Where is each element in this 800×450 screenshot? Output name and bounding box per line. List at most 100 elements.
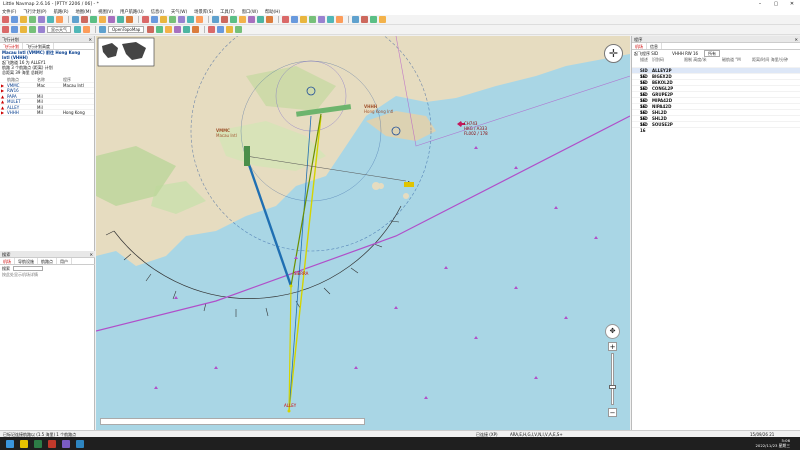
close-icon[interactable]: ✕ xyxy=(89,251,93,258)
map-scrollbar[interactable] xyxy=(100,418,365,425)
app-icon[interactable] xyxy=(34,439,42,448)
toolbar-button-icon[interactable] xyxy=(160,16,167,23)
tab-flightplan[interactable]: 飞行计划 xyxy=(0,43,23,49)
toolbar-button-icon[interactable] xyxy=(142,16,149,23)
start-icon[interactable] xyxy=(6,439,14,448)
toolbar-button-icon[interactable] xyxy=(318,16,325,23)
toolbar-button-icon[interactable] xyxy=(29,16,36,23)
toolbar-button-icon[interactable] xyxy=(196,16,203,23)
menu-userroute[interactable]: 用户航路(U) xyxy=(120,9,144,15)
menu-info[interactable]: 信息(I) xyxy=(151,9,164,15)
toolbar-button-icon[interactable] xyxy=(20,26,27,33)
toolbar-button-icon[interactable] xyxy=(99,26,106,33)
map-label-waypoint[interactable]: ALLEY xyxy=(284,403,296,408)
map-view[interactable]: VHHH Hong Kong Intl VMMC Macau Intl ALLE… xyxy=(96,36,630,430)
toolbar-button-icon[interactable] xyxy=(56,16,63,23)
toolbar-button-icon[interactable] xyxy=(20,16,27,23)
zoom-slider-handle[interactable] xyxy=(609,385,616,389)
toolbar-button-icon[interactable] xyxy=(183,26,191,33)
menu-route[interactable]: 航路(R) xyxy=(54,9,69,15)
search-input[interactable] xyxy=(13,266,43,271)
toolbar-button-icon[interactable] xyxy=(187,16,194,23)
tab-airport[interactable]: 机场 xyxy=(0,258,15,264)
close-button[interactable]: ✕ xyxy=(784,0,800,8)
toolbar-button-icon[interactable] xyxy=(11,26,18,33)
toolbar-button-icon[interactable] xyxy=(83,26,90,33)
pan-navigation-icon[interactable]: ✥ xyxy=(605,324,620,339)
toolbar-button-icon[interactable] xyxy=(11,16,18,23)
menu-window[interactable]: 窗口(W) xyxy=(242,9,258,15)
map-canvas[interactable] xyxy=(96,36,630,430)
little-navmap-icon[interactable] xyxy=(76,439,84,448)
toolbar-button-icon[interactable] xyxy=(291,16,298,23)
system-clock[interactable]: 5:06 2022/11/23 星期三 xyxy=(756,438,790,448)
toolbar-button-icon[interactable] xyxy=(266,16,273,23)
menu-flightplan[interactable]: 飞行计划(P) xyxy=(23,9,46,15)
toolbar-button-icon[interactable] xyxy=(38,16,45,23)
tab-procedures-airport[interactable]: 机场 xyxy=(632,43,647,49)
app-icon[interactable] xyxy=(62,439,70,448)
toolbar-button-icon[interactable] xyxy=(208,26,216,33)
map-theme-select[interactable]: OpenTopoMap xyxy=(108,26,145,33)
toolbar-button-icon[interactable] xyxy=(117,16,124,23)
toolbar-button-icon[interactable] xyxy=(309,16,316,23)
toolbar-button-icon[interactable] xyxy=(336,16,343,23)
zoom-slider[interactable] xyxy=(609,353,616,405)
toolbar-button-icon[interactable] xyxy=(2,26,9,33)
toolbar-button-icon[interactable] xyxy=(248,16,255,23)
tab-user[interactable]: 用户 xyxy=(57,258,72,264)
toolbar-button-icon[interactable] xyxy=(72,16,79,23)
tab-navaid[interactable]: 导航设施 xyxy=(15,258,38,264)
toolbar-button-icon[interactable] xyxy=(217,26,225,33)
table-row[interactable]: ▶ VHHH Mil Hong Kong xyxy=(0,110,94,116)
close-icon[interactable]: ✕ xyxy=(794,36,798,43)
toolbar-button-icon[interactable] xyxy=(165,26,173,33)
toolbar-button-icon[interactable] xyxy=(352,16,359,23)
toolbar-button-icon[interactable] xyxy=(156,26,164,33)
minimize-button[interactable]: – xyxy=(752,0,768,8)
close-icon[interactable]: ✕ xyxy=(88,36,92,43)
tab-waypoint[interactable]: 航路点 xyxy=(38,258,57,264)
toolbar-button-icon[interactable] xyxy=(29,26,36,33)
procedure-filter[interactable]: 起飞程序 SID xyxy=(634,51,658,57)
toolbar-button-icon[interactable] xyxy=(221,16,228,23)
toolbar-button-icon[interactable] xyxy=(47,16,54,23)
toolbar-button-icon[interactable] xyxy=(74,26,81,33)
toolbar-button-icon[interactable] xyxy=(226,26,234,33)
toolbar-button-icon[interactable] xyxy=(2,16,9,23)
toolbar-button-icon[interactable] xyxy=(192,26,200,33)
menu-weather[interactable]: 天气(W) xyxy=(171,9,187,15)
weather-select[interactable]: 显示天气 xyxy=(47,26,71,33)
toolbar-button-icon[interactable] xyxy=(81,16,88,23)
zoom-in-button[interactable]: + xyxy=(608,342,617,351)
maximize-button[interactable]: ▢ xyxy=(768,0,784,8)
menu-tools[interactable]: 工具(T) xyxy=(220,9,235,15)
toolbar-button-icon[interactable] xyxy=(257,16,264,23)
menu-view[interactable]: 视图(V) xyxy=(98,9,113,15)
toolbar-button-icon[interactable] xyxy=(126,16,133,23)
toolbar-button-icon[interactable] xyxy=(300,16,307,23)
toolbar-button-icon[interactable] xyxy=(235,26,243,33)
toolbar-button-icon[interactable] xyxy=(370,16,377,23)
app-icon[interactable] xyxy=(48,439,56,448)
compass-icon[interactable]: ✛ xyxy=(604,44,623,63)
map-label-waypoint[interactable]: SIERRA xyxy=(294,271,308,276)
menu-file[interactable]: 文件(F) xyxy=(2,9,16,15)
procedure-type-select[interactable]: 所有 xyxy=(704,50,721,57)
toolbar-button-icon[interactable] xyxy=(38,26,45,33)
toolbar-button-icon[interactable] xyxy=(379,16,386,23)
menu-help[interactable]: 帮助(H) xyxy=(265,9,280,15)
file-explorer-icon[interactable] xyxy=(20,439,28,448)
toolbar-button-icon[interactable] xyxy=(174,26,182,33)
toolbar-button-icon[interactable] xyxy=(99,16,106,23)
menu-scenery[interactable]: 场景库(S) xyxy=(194,9,213,15)
zoom-out-button[interactable]: − xyxy=(608,408,617,417)
toolbar-button-icon[interactable] xyxy=(90,16,97,23)
toolbar-button-icon[interactable] xyxy=(361,16,368,23)
toolbar-button-icon[interactable] xyxy=(282,16,289,23)
toolbar-button-icon[interactable] xyxy=(230,16,237,23)
toolbar-button-icon[interactable] xyxy=(108,16,115,23)
toolbar-button-icon[interactable] xyxy=(212,16,219,23)
tab-flightplan-elevation[interactable]: 飞行计划高度 xyxy=(23,43,54,49)
toolbar-button-icon[interactable] xyxy=(239,16,246,23)
